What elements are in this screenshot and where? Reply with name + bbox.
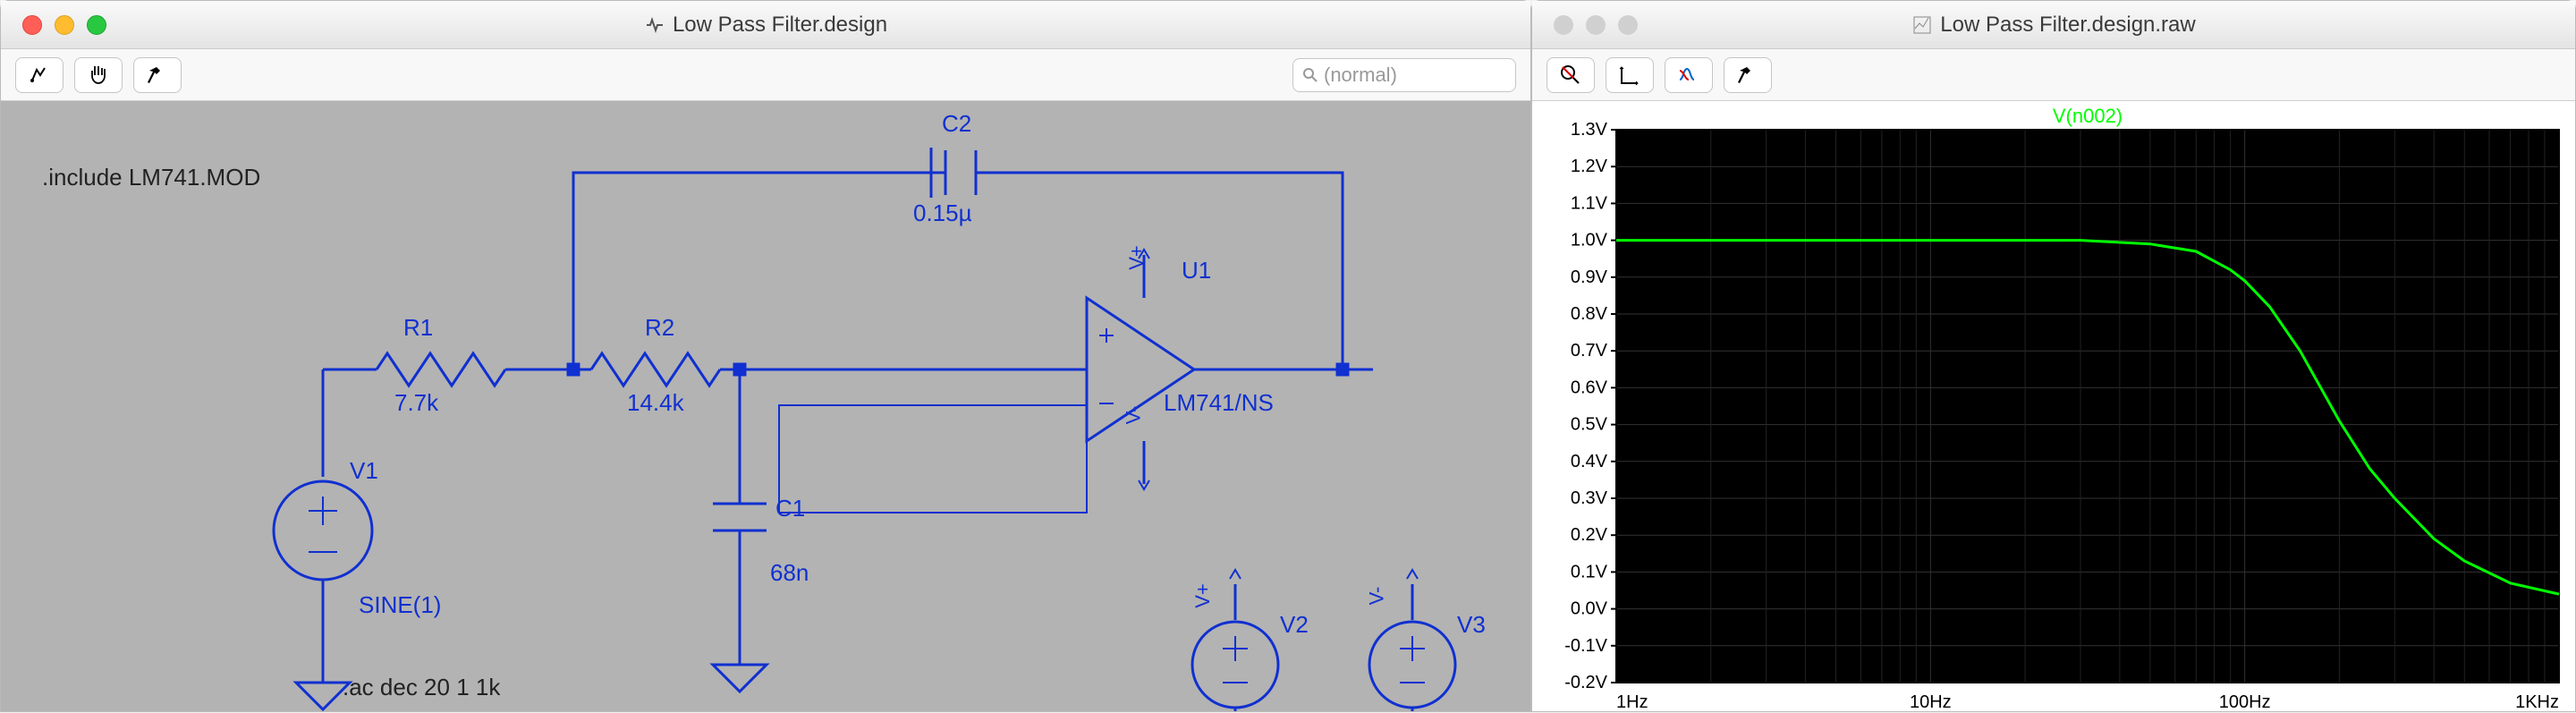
svg-text:0.7V: 0.7V [1571,341,1608,361]
svg-text:1KHz: 1KHz [2515,692,2559,712]
schematic-canvas[interactable]: .include LM741.MOD .ac dec 20 1 1k R1 7.… [1,101,1530,711]
trace-tool-button[interactable] [1665,57,1713,93]
plot-app-icon [1911,14,1933,36]
hammer-tool-button[interactable] [133,57,182,93]
plot-window: Low Pass Filter.design.raw 1.3V1.2V1.1V1… [1531,0,2576,712]
svg-text:0.0V: 0.0V [1571,599,1608,619]
svg-text:-0.1V: -0.1V [1564,636,1607,656]
close-button-inactive[interactable] [1554,15,1573,35]
svg-text:V(n002): V(n002) [2053,105,2123,127]
svg-text:10Hz: 10Hz [1910,692,1952,712]
svg-text:-0.2V: -0.2V [1564,673,1607,692]
toolbar-left: (normal) [1,49,1530,101]
zoom-tool-button[interactable] [1546,57,1595,93]
run-simulation-button[interactable] [15,57,64,93]
svg-text:1.2V: 1.2V [1571,157,1608,176]
zoom-button[interactable] [87,15,106,35]
schematic-svg [1,101,1530,711]
titlebar-right: Low Pass Filter.design.raw [1532,1,2575,49]
window-title-right: Low Pass Filter.design.raw [1532,13,2575,38]
svg-text:1Hz: 1Hz [1616,692,1648,712]
svg-text:0.1V: 0.1V [1571,562,1608,581]
svg-text:0.3V: 0.3V [1571,488,1608,508]
pan-tool-button[interactable] [74,57,123,93]
svg-text:0.4V: 0.4V [1571,452,1608,471]
svg-text:0.8V: 0.8V [1571,304,1608,324]
search-icon [1302,67,1318,83]
svg-text:0.5V: 0.5V [1571,415,1608,435]
svg-text:0.2V: 0.2V [1571,525,1608,545]
plot-svg: 1.3V 1.2V 1.1V 1.0V 0.9V 0.8V 0.7V 0.6V 0.5V 0.4V… [1532,101,2576,713]
svg-text:1.3V: 1.3V [1571,120,1608,140]
svg-text:1.1V: 1.1V [1571,193,1608,213]
titlebar-left: Low Pass Filter.design [1,1,1530,49]
traffic-lights [1,15,106,35]
zoom-button-inactive[interactable] [1618,15,1638,35]
minimize-button[interactable] [55,15,74,35]
schematic-window: Low Pass Filter.design (normal) .include… [0,0,1531,712]
svg-text:1.0V: 1.0V [1571,231,1608,250]
plot-area[interactable]: 1.3V 1.2V 1.1V 1.0V 0.9V 0.8V 0.7V 0.6V 0.5V 0.4V… [1532,101,2575,711]
axes-tool-button[interactable] [1606,57,1654,93]
app-icon [644,14,665,36]
svg-text:100Hz: 100Hz [2219,692,2271,712]
traffic-lights-inactive [1532,15,1638,35]
hammer-tool-button-plot[interactable] [1724,57,1772,93]
svg-text:0.9V: 0.9V [1571,267,1608,287]
search-field[interactable]: (normal) [1292,58,1516,92]
minimize-button-inactive[interactable] [1586,15,1606,35]
window-title-left: Low Pass Filter.design [1,13,1530,38]
toolbar-right [1532,49,2575,101]
search-placeholder: (normal) [1324,64,1397,87]
close-button[interactable] [22,15,42,35]
svg-text:0.6V: 0.6V [1571,378,1608,397]
